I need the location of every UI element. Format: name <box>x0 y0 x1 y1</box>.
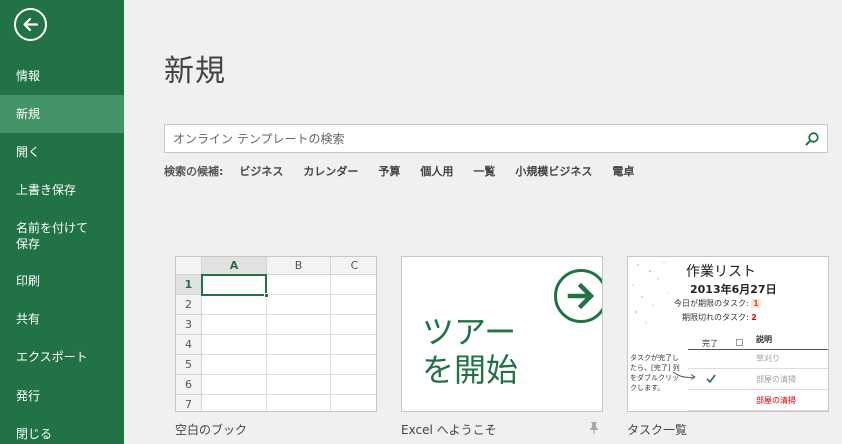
nav-close-label: 閉じる <box>16 427 53 441</box>
nav-export-label: エクスポート <box>16 350 88 364</box>
suggestion-calculator[interactable]: 電卓 <box>612 163 634 179</box>
overdue-label: 期限切れのタスク: <box>682 313 749 322</box>
column-header-c: C <box>331 257 376 275</box>
tour-text: ツアー を開始 <box>422 313 518 389</box>
due-today-value: 1 <box>751 299 761 308</box>
row-header-6: 6 <box>176 375 202 395</box>
header-rule <box>688 349 828 350</box>
row-header-7: 7 <box>176 395 202 411</box>
column-header-b: B <box>267 257 331 275</box>
grid-corner <box>176 257 202 275</box>
gridline <box>202 394 376 395</box>
page-title: 新規 <box>164 54 226 89</box>
suggested-searches: 検索の候補: ビジネス カレンダー 予算 個人用 一覧 小規模ビジネス 電卓 <box>164 163 654 179</box>
nav-close[interactable]: 閉じる <box>0 424 124 444</box>
gridline <box>202 374 376 375</box>
nav-save-as-label: 名前を付けて 保存 <box>16 221 89 251</box>
tour-arrow-icon <box>554 269 602 323</box>
pin-icon[interactable] <box>588 421 600 435</box>
texture-decoration <box>632 262 669 324</box>
nav-save[interactable]: 上書き保存 <box>0 180 124 200</box>
row-header-2: 2 <box>176 295 202 315</box>
nav-new[interactable]: 新規 <box>0 95 124 133</box>
suggestion-business[interactable]: ビジネス <box>239 163 283 179</box>
row-header-5: 5 <box>176 355 202 375</box>
column-done-header: 完了 <box>702 339 718 348</box>
nav-export[interactable]: エクスポート <box>0 347 124 367</box>
row-header-4: 4 <box>176 335 202 355</box>
gridline <box>202 314 376 315</box>
column-desc-header: 説明 <box>756 335 772 344</box>
back-button[interactable] <box>14 8 47 41</box>
row-header-1: 1 <box>176 275 202 295</box>
nav-save-as[interactable]: 名前を付けて 保存 <box>0 219 124 253</box>
nav-print[interactable]: 印刷 <box>0 271 124 291</box>
gridline <box>202 354 376 355</box>
suggested-searches-label: 検索の候補: <box>164 165 224 178</box>
template-search-box <box>164 124 828 153</box>
template-search-input[interactable] <box>165 125 795 152</box>
fill-handle <box>264 293 269 298</box>
suggestion-budget[interactable]: 予算 <box>378 163 400 179</box>
template-caption-blank: 空白のブック <box>175 423 248 437</box>
suggestion-small-business[interactable]: 小規模ビジネス <box>515 163 592 179</box>
search-icon[interactable] <box>804 131 820 147</box>
template-task-list[interactable]: 作業リスト 2013年6月27日 今日が期限のタスク: 1 期限切れのタスク: … <box>627 256 829 412</box>
row-rule <box>688 410 828 411</box>
template-welcome-tour[interactable]: ツアー を開始 <box>401 256 603 412</box>
nav-share-label: 共有 <box>16 312 41 326</box>
overdue-value: 2 <box>751 313 757 322</box>
due-today-row: 今日が期限のタスク: 1 <box>674 298 761 309</box>
note-arrow-icon <box>672 371 696 380</box>
tour-text-line2: を開始 <box>422 351 519 389</box>
task-row-3: 部屋の清掃 <box>756 396 796 405</box>
row-rule <box>688 389 828 390</box>
nav-publish[interactable]: 発行 <box>0 386 124 406</box>
nav-new-label: 新規 <box>16 107 41 121</box>
task-row-2: 部屋の清掃 <box>756 375 796 384</box>
gridline <box>202 334 376 335</box>
back-arrow-icon <box>23 17 39 32</box>
row-rule <box>688 368 828 369</box>
nav-share[interactable]: 共有 <box>0 309 124 329</box>
filter-icon <box>736 339 743 346</box>
suggestion-personal[interactable]: 個人用 <box>420 163 453 179</box>
active-cell <box>201 274 267 296</box>
gridline <box>330 275 331 411</box>
task-list-date: 2013年6月27日 <box>690 283 777 296</box>
row-header-3: 3 <box>176 315 202 335</box>
due-today-label: 今日が期限のタスク: <box>674 299 749 308</box>
nav-open-label: 開く <box>16 145 41 159</box>
nav-publish-label: 発行 <box>16 389 41 403</box>
check-icon <box>706 374 716 383</box>
suggestion-calendar[interactable]: カレンダー <box>303 163 358 179</box>
suggestion-list[interactable]: 一覧 <box>473 163 495 179</box>
backstage-sidebar: 情報 新規 開く 上書き保存 名前を付けて 保存 印刷 共有 エクスポート 発行… <box>0 0 124 444</box>
overdue-row: 期限切れのタスク: 2 <box>682 312 757 323</box>
nav-print-label: 印刷 <box>16 274 41 288</box>
task-list-title: 作業リスト <box>686 264 756 280</box>
nav-info[interactable]: 情報 <box>0 66 124 86</box>
column-header-a: A <box>202 257 267 275</box>
tour-text-line1: ツアー <box>422 313 517 351</box>
nav-open[interactable]: 開く <box>0 142 124 162</box>
template-blank-workbook[interactable]: A B C 1 2 3 4 5 6 7 <box>175 256 377 412</box>
nav-save-label: 上書き保存 <box>16 183 77 197</box>
template-caption-welcome: Excel へようこそ <box>401 423 497 437</box>
nav-info-label: 情報 <box>16 69 41 83</box>
template-caption-task-list: タスク一覧 <box>627 423 688 437</box>
task-row-1: 草刈り <box>756 354 780 363</box>
